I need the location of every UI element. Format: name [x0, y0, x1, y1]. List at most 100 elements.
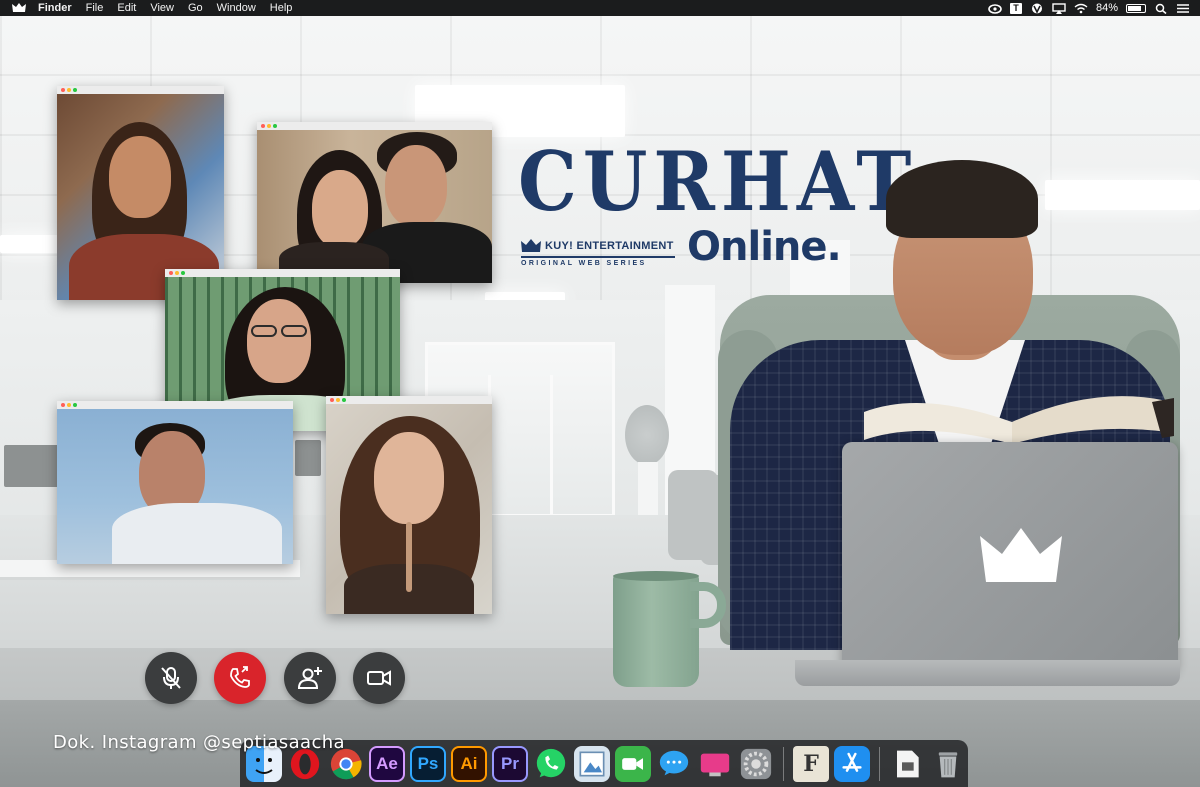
close-window-icon[interactable]	[61, 403, 65, 407]
menu-go[interactable]: Go	[188, 2, 203, 14]
battery-icon[interactable]	[1126, 3, 1146, 13]
control-center-icon[interactable]	[1176, 3, 1190, 14]
close-window-icon[interactable]	[330, 398, 334, 402]
battery-fill	[1128, 5, 1142, 11]
mug-rim	[613, 571, 699, 581]
video-tile-participant-4[interactable]	[57, 401, 293, 564]
participant-face	[109, 136, 171, 218]
video-tile-participant-1[interactable]	[57, 86, 224, 300]
zoom-window-icon[interactable]	[73, 403, 77, 407]
facetime-icon[interactable]	[615, 745, 651, 782]
vpn-icon[interactable]	[1030, 3, 1044, 14]
menu-file[interactable]: File	[86, 2, 104, 14]
ceiling-light	[0, 235, 60, 253]
app-store-icon[interactable]	[834, 745, 870, 782]
video-tile-participant-2[interactable]	[257, 122, 492, 283]
video-tile-participant-5[interactable]	[326, 396, 492, 614]
dock: Ae Ps Ai Pr F	[240, 740, 968, 787]
close-window-icon[interactable]	[61, 88, 65, 92]
dock-separator	[879, 746, 880, 781]
participant-face	[247, 299, 311, 383]
crown-logo-icon[interactable]	[12, 3, 26, 13]
plant-pot	[638, 462, 658, 517]
cleanmymac-icon[interactable]	[697, 746, 733, 782]
tile-titlebar	[326, 396, 492, 404]
zoom-window-icon[interactable]	[273, 124, 277, 128]
show-subtitle: Online.	[687, 224, 842, 270]
whatsapp-icon[interactable]	[533, 746, 569, 782]
zoom-window-icon[interactable]	[342, 398, 346, 402]
participant-face	[312, 170, 368, 248]
mute-microphone-button[interactable]	[145, 652, 197, 704]
glasses-icon	[251, 325, 277, 337]
system-preferences-icon[interactable]	[738, 746, 774, 782]
document-icon[interactable]	[889, 746, 925, 782]
typora-t-icon[interactable]: T	[1009, 2, 1022, 14]
minimize-window-icon[interactable]	[175, 271, 179, 275]
airplay-icon[interactable]	[1052, 2, 1066, 14]
brand-name: KUY! ENTERTAINMENT	[545, 240, 674, 252]
premiere-icon[interactable]: Pr	[492, 745, 528, 782]
menu-app-name[interactable]: Finder	[38, 2, 72, 14]
phone-hangup-icon	[230, 666, 250, 688]
menu-window[interactable]: Window	[217, 2, 256, 14]
close-window-icon[interactable]	[261, 124, 265, 128]
participant-clothing	[112, 503, 282, 564]
plant	[625, 405, 669, 465]
participant-video	[257, 130, 492, 283]
brand-tagline: ORIGINAL WEB SERIES	[521, 260, 647, 267]
coffee-mug	[613, 575, 699, 687]
illustrator-icon[interactable]: Ai	[451, 745, 487, 782]
end-call-button[interactable]	[214, 652, 266, 704]
messages-icon[interactable]	[656, 746, 692, 782]
minimize-window-icon[interactable]	[267, 124, 271, 128]
participant-person	[57, 409, 293, 564]
menu-bar: Finder File Edit View Go Window Help T 8…	[0, 0, 1200, 16]
participant-face	[385, 145, 447, 227]
tile-titlebar	[165, 269, 400, 277]
background-monitor	[295, 440, 321, 476]
ceiling-light	[1045, 180, 1200, 210]
menu-help[interactable]: Help	[270, 2, 293, 14]
glasses-icon	[281, 325, 307, 337]
battery-percent[interactable]: 84%	[1096, 2, 1118, 14]
after-effects-icon[interactable]: Ae	[369, 745, 405, 782]
minimize-window-icon[interactable]	[67, 88, 71, 92]
participant-video	[326, 404, 492, 614]
menu-edit[interactable]: Edit	[117, 2, 136, 14]
zoom-window-icon[interactable]	[181, 271, 185, 275]
minimize-window-icon[interactable]	[336, 398, 340, 402]
zoom-window-icon[interactable]	[73, 88, 77, 92]
tile-titlebar	[57, 401, 293, 409]
participant-person	[326, 404, 492, 614]
makeup-brush	[406, 522, 412, 592]
close-window-icon[interactable]	[169, 271, 173, 275]
photo-credit-caption: Dok. Instagram @septiasaacha	[53, 732, 345, 753]
trash-icon[interactable]	[930, 746, 966, 782]
preview-icon[interactable]	[574, 745, 610, 782]
photoshop-icon[interactable]: Ps	[410, 745, 446, 782]
add-person-icon	[297, 667, 322, 689]
status-area: T 84%	[988, 2, 1200, 14]
creative-cloud-icon[interactable]	[988, 3, 1002, 14]
host-hair	[886, 160, 1038, 238]
background-monitor	[4, 445, 60, 487]
laptop-base	[795, 660, 1180, 686]
search-icon[interactable]	[1154, 3, 1168, 14]
show-title: CURHAT	[518, 135, 918, 230]
font-book-icon[interactable]: F	[793, 745, 829, 782]
participant-person	[257, 130, 492, 283]
dock-separator	[783, 746, 784, 781]
participant-video	[57, 409, 293, 564]
microphone-off-icon	[161, 667, 181, 689]
crown-logo-icon	[980, 528, 1062, 582]
menu-view[interactable]: View	[150, 2, 174, 14]
video-camera-icon	[367, 670, 391, 686]
brand-divider	[521, 256, 675, 258]
minimize-window-icon[interactable]	[67, 403, 71, 407]
wifi-icon[interactable]	[1074, 3, 1088, 14]
video-camera-button[interactable]	[353, 652, 405, 704]
brand-lockup: KUY! ENTERTAINMENT	[521, 239, 674, 253]
add-participant-button[interactable]	[284, 652, 336, 704]
crown-icon	[521, 239, 541, 252]
